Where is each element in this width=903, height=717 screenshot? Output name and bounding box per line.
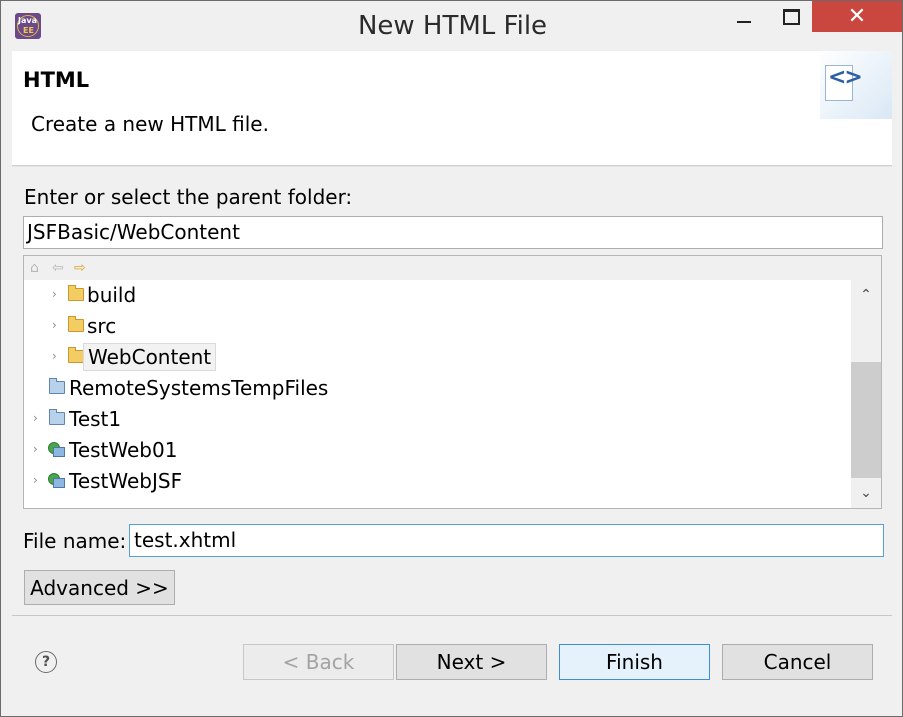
- finish-button[interactable]: Finish: [559, 644, 710, 680]
- html-file-icon: <>: [820, 51, 892, 119]
- page-description: Create a new HTML file.: [31, 112, 269, 136]
- tree-item-testwebjsf[interactable]: › TestWebJSF: [24, 466, 850, 496]
- web-project-icon: [48, 472, 65, 488]
- back-arrow-icon[interactable]: ⇦: [52, 260, 64, 276]
- file-name-input[interactable]: test.xhtml: [129, 524, 884, 557]
- close-button[interactable]: ✕: [812, 1, 902, 32]
- footer-separator: [12, 615, 892, 616]
- folder-icon: [68, 285, 84, 301]
- tree-item-test1[interactable]: › Test1: [24, 404, 850, 434]
- title-bar[interactable]: Java EE New HTML File ✕: [1, 1, 902, 51]
- new-html-file-dialog: Java EE New HTML File ✕ HTML Create a ne…: [0, 0, 903, 717]
- maximize-icon: [782, 9, 800, 25]
- expand-chevron-icon[interactable]: ›: [52, 349, 57, 363]
- cancel-button[interactable]: Cancel: [722, 644, 873, 680]
- back-button[interactable]: < Back: [243, 644, 394, 680]
- web-project-icon: [48, 441, 65, 457]
- tree-item-build[interactable]: › build: [24, 280, 850, 310]
- header-separator: [12, 166, 892, 167]
- tree-item-label-selected: WebContent: [83, 343, 217, 371]
- tree-item-label: RemoteSystemsTempFiles: [69, 376, 329, 400]
- home-icon[interactable]: ⌂: [30, 260, 39, 276]
- tree-item-src[interactable]: › src: [24, 311, 850, 341]
- wizard-header: HTML Create a new HTML file. <>: [12, 51, 892, 166]
- tree-toolbar: ⌂ ⇦ ⇨: [24, 256, 881, 280]
- folder-tree[interactable]: ⌂ ⇦ ⇨ › build › src › WebContent RemoteS…: [23, 255, 882, 509]
- tree-view[interactable]: › build › src › WebContent RemoteSystems…: [24, 280, 850, 508]
- parent-folder-label: Enter or select the parent folder:: [24, 185, 353, 209]
- tree-item-label: TestWebJSF: [69, 469, 183, 493]
- project-folder-icon: [49, 409, 65, 425]
- next-button[interactable]: Next >: [396, 644, 547, 680]
- tree-item-label: TestWeb01: [69, 438, 178, 462]
- scroll-down-icon[interactable]: ⌄: [851, 478, 881, 508]
- file-name-label: File name:: [23, 529, 127, 553]
- scrollbar-thumb[interactable]: [851, 362, 881, 478]
- maximize-button[interactable]: [768, 1, 814, 33]
- tree-item-remotesystemstempfiles[interactable]: RemoteSystemsTempFiles: [24, 373, 850, 403]
- folder-icon: [68, 316, 84, 332]
- expand-chevron-icon[interactable]: ›: [52, 287, 57, 301]
- tree-item-webcontent[interactable]: › WebContent: [24, 342, 850, 372]
- expand-chevron-icon[interactable]: ›: [33, 411, 38, 425]
- forward-arrow-icon[interactable]: ⇨: [74, 260, 86, 276]
- minimize-button[interactable]: [721, 1, 767, 33]
- expand-chevron-icon[interactable]: ›: [33, 473, 38, 487]
- close-icon: ✕: [847, 4, 867, 29]
- advanced-button[interactable]: Advanced >>: [24, 570, 175, 605]
- folder-icon: [68, 347, 84, 363]
- tree-item-testweb01[interactable]: › TestWeb01: [24, 435, 850, 465]
- tree-item-label: src: [87, 314, 117, 338]
- expand-chevron-icon[interactable]: ›: [33, 442, 38, 456]
- parent-folder-input[interactable]: JSFBasic/WebContent: [23, 216, 883, 249]
- scroll-up-icon[interactable]: ⌃: [851, 280, 881, 310]
- project-folder-icon: [49, 378, 65, 394]
- minimize-icon: [737, 21, 751, 23]
- tree-item-label: Test1: [69, 407, 122, 431]
- help-icon[interactable]: ?: [35, 651, 57, 673]
- tree-vertical-scrollbar[interactable]: ⌃ ⌄: [851, 280, 881, 508]
- expand-chevron-icon[interactable]: ›: [52, 318, 57, 332]
- page-title: HTML: [23, 68, 90, 92]
- tree-item-label: build: [87, 283, 137, 307]
